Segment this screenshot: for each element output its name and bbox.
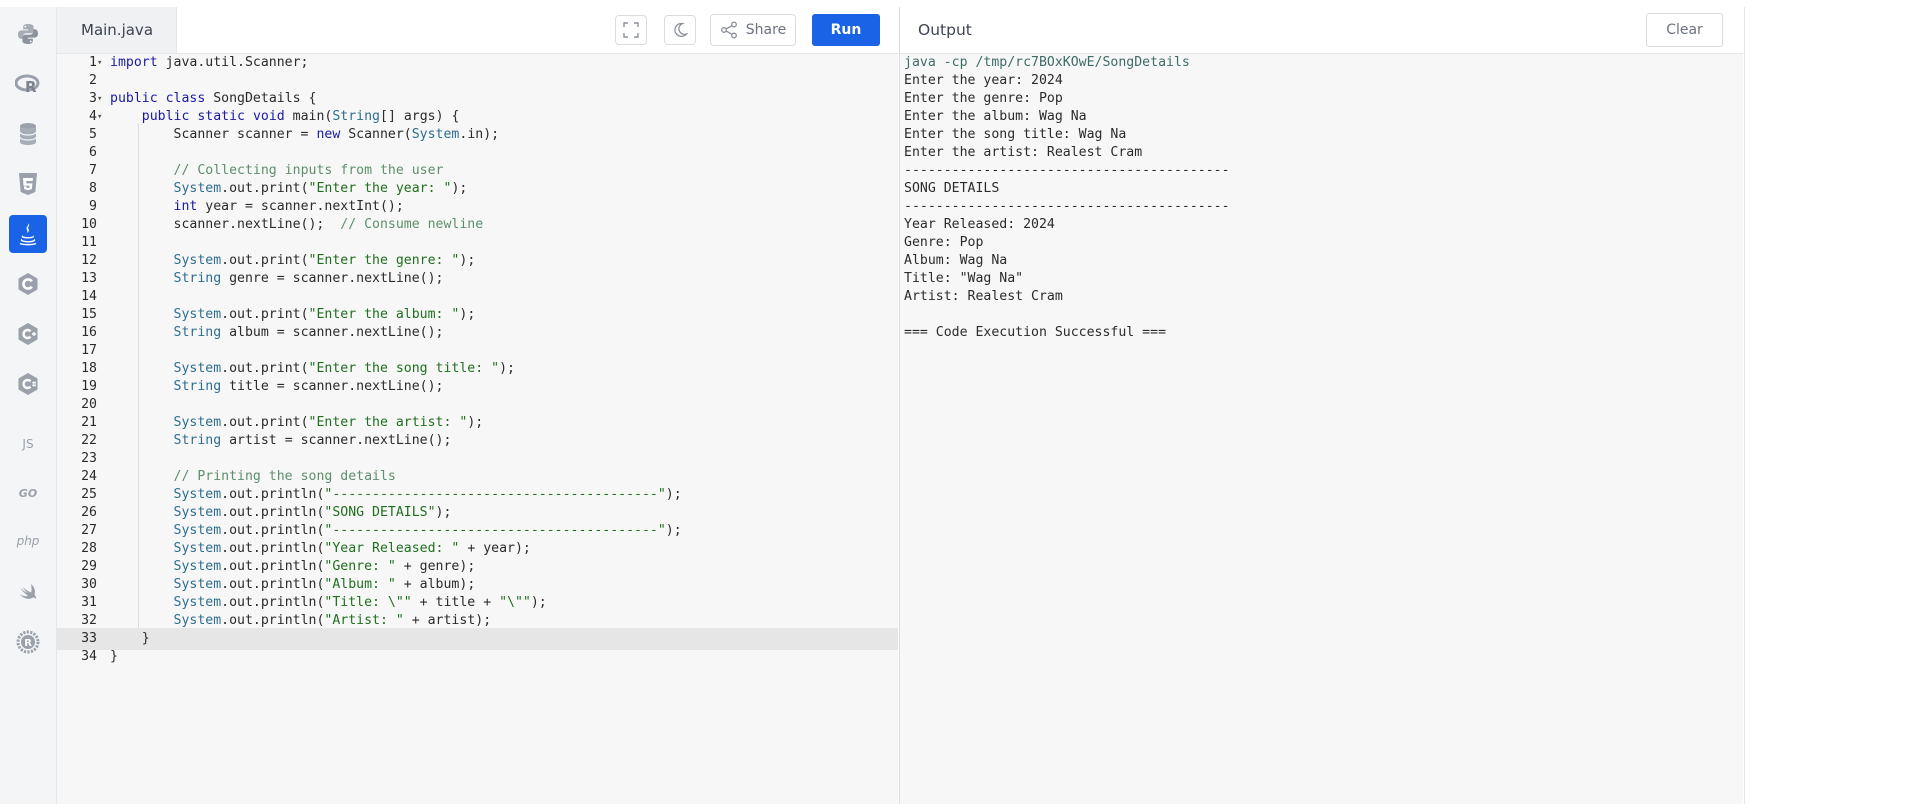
theme-toggle-button[interactable]: [664, 15, 696, 45]
output-line: === Code Execution Successful ===: [904, 325, 1167, 340]
editor-toolbar: Main.java Share Run: [57, 7, 898, 54]
code-line[interactable]: 34}: [57, 646, 898, 668]
html5-icon[interactable]: [9, 165, 47, 203]
php-icon[interactable]: php: [9, 522, 47, 560]
run-button[interactable]: Run: [812, 14, 880, 46]
rust-icon[interactable]: R: [9, 623, 47, 661]
share-button[interactable]: Share: [710, 14, 796, 46]
r-icon[interactable]: R: [9, 65, 47, 103]
clear-button[interactable]: Clear: [1646, 13, 1723, 47]
js-icon[interactable]: JS: [9, 425, 47, 463]
code-text: }: [110, 649, 118, 664]
cpp-icon[interactable]: [9, 315, 47, 353]
go-icon[interactable]: GO: [9, 474, 47, 512]
c-icon[interactable]: [9, 265, 47, 303]
output-toolbar: Output Clear: [900, 7, 1743, 54]
top-strip: [0, 0, 1920, 7]
php-icon-label: php: [16, 534, 40, 548]
swift-icon[interactable]: [9, 573, 47, 611]
output-line: Artist: Realest Cram: [904, 289, 1063, 304]
python-icon[interactable]: [9, 15, 47, 53]
code-editor[interactable]: 1 ▾ import java.util.Scanner; 2 3 ▾ public cla…: [57, 54, 898, 804]
language-sidebar: R JS GO php R: [0, 7, 57, 804]
js-icon-label: JS: [22, 437, 34, 451]
go-icon-label: GO: [18, 486, 38, 500]
sql-database-icon[interactable]: [9, 115, 47, 153]
file-tab[interactable]: Main.java: [57, 7, 177, 53]
share-label: Share: [745, 22, 787, 38]
right-blank-area: [1744, 7, 1920, 804]
output-console: java -cp /tmp/rc7BOxKOwE/SongDetails Ente…: [900, 54, 1743, 804]
fullscreen-icon: [623, 22, 639, 38]
line-number: 34: [81, 649, 97, 664]
share-icon: [720, 21, 737, 39]
svg-text:R: R: [24, 638, 32, 649]
moon-icon: [674, 22, 688, 38]
csharp-icon[interactable]: [9, 365, 47, 403]
svg-text:R: R: [25, 78, 37, 96]
output-title: Output: [918, 21, 972, 39]
java-icon[interactable]: [9, 215, 47, 253]
fullscreen-button[interactable]: [615, 15, 647, 45]
